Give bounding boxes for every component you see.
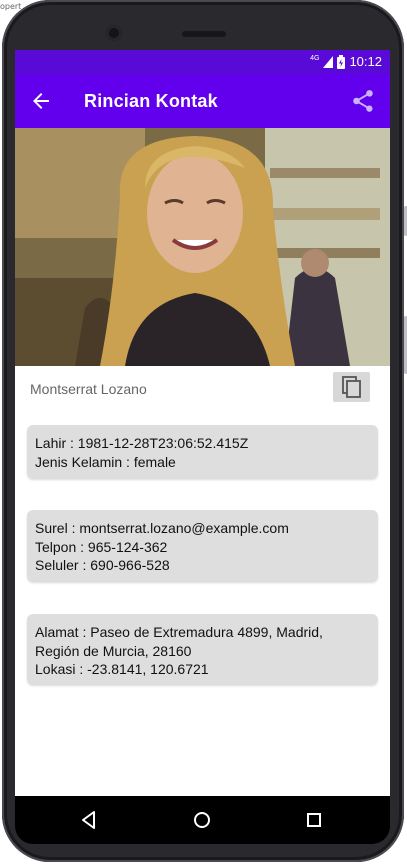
birth-date: Lahir : 1981-12-28T23:06:52.415Z [35, 435, 249, 451]
front-camera [106, 25, 122, 41]
nav-recents-icon [307, 813, 321, 827]
back-button[interactable] [29, 89, 53, 113]
nav-back-icon [82, 811, 95, 829]
personal-info-card: Lahir : 1981-12-28T23:06:52.415Z Jenis K… [27, 425, 378, 478]
nav-home-button[interactable] [193, 811, 211, 834]
system-nav-bar [15, 796, 390, 844]
arrow-back-icon [33, 93, 49, 109]
address: Alamat : Paseo de Extremadura 4899, Madr… [35, 624, 323, 659]
phone[interactable]: Telpon : 965-124-362 [35, 538, 370, 557]
location-info-card: Alamat : Paseo de Extremadura 4899, Madr… [27, 614, 378, 684]
battery-charging-icon [337, 54, 346, 69]
contact-photo [15, 128, 390, 366]
name-row: Montserrat Lozano [15, 366, 390, 414]
email[interactable]: Surel : montserrat.lozano@example.com [35, 519, 370, 538]
app-bar: Rincian Kontak [15, 74, 390, 128]
status-bar: 4G 10:12 [15, 50, 390, 74]
share-icon [353, 90, 373, 112]
contact-info-card: Surel : montserrat.lozano@example.com Te… [27, 510, 378, 581]
nav-home-icon [194, 812, 210, 828]
cell-phone[interactable]: Seluler : 690-966-528 [35, 556, 370, 575]
status-icons: 4G 10:12 [310, 54, 382, 69]
gender: Jenis Kelamin : female [35, 453, 176, 470]
nav-back-button[interactable] [79, 810, 99, 835]
page-title: Rincian Kontak [84, 91, 218, 111]
coordinates: Lokasi : -23.8141, 120.6721 [35, 661, 209, 677]
copy-button[interactable] [333, 372, 370, 402]
copy-icon [342, 376, 361, 398]
signal-icon [323, 55, 334, 68]
share-button[interactable] [350, 88, 376, 114]
app-screen: 4G 10:12 Rincian Kontak Montserrat Lozan… [15, 50, 390, 796]
network-type: 4G [310, 55, 320, 62]
portrait-image [15, 128, 390, 366]
corner-label: opert [0, 2, 22, 11]
contact-name: Montserrat Lozano [30, 381, 147, 397]
nav-recents-button[interactable] [306, 812, 322, 833]
earpiece-speaker [182, 31, 226, 37]
clock: 10:12 [349, 54, 382, 69]
